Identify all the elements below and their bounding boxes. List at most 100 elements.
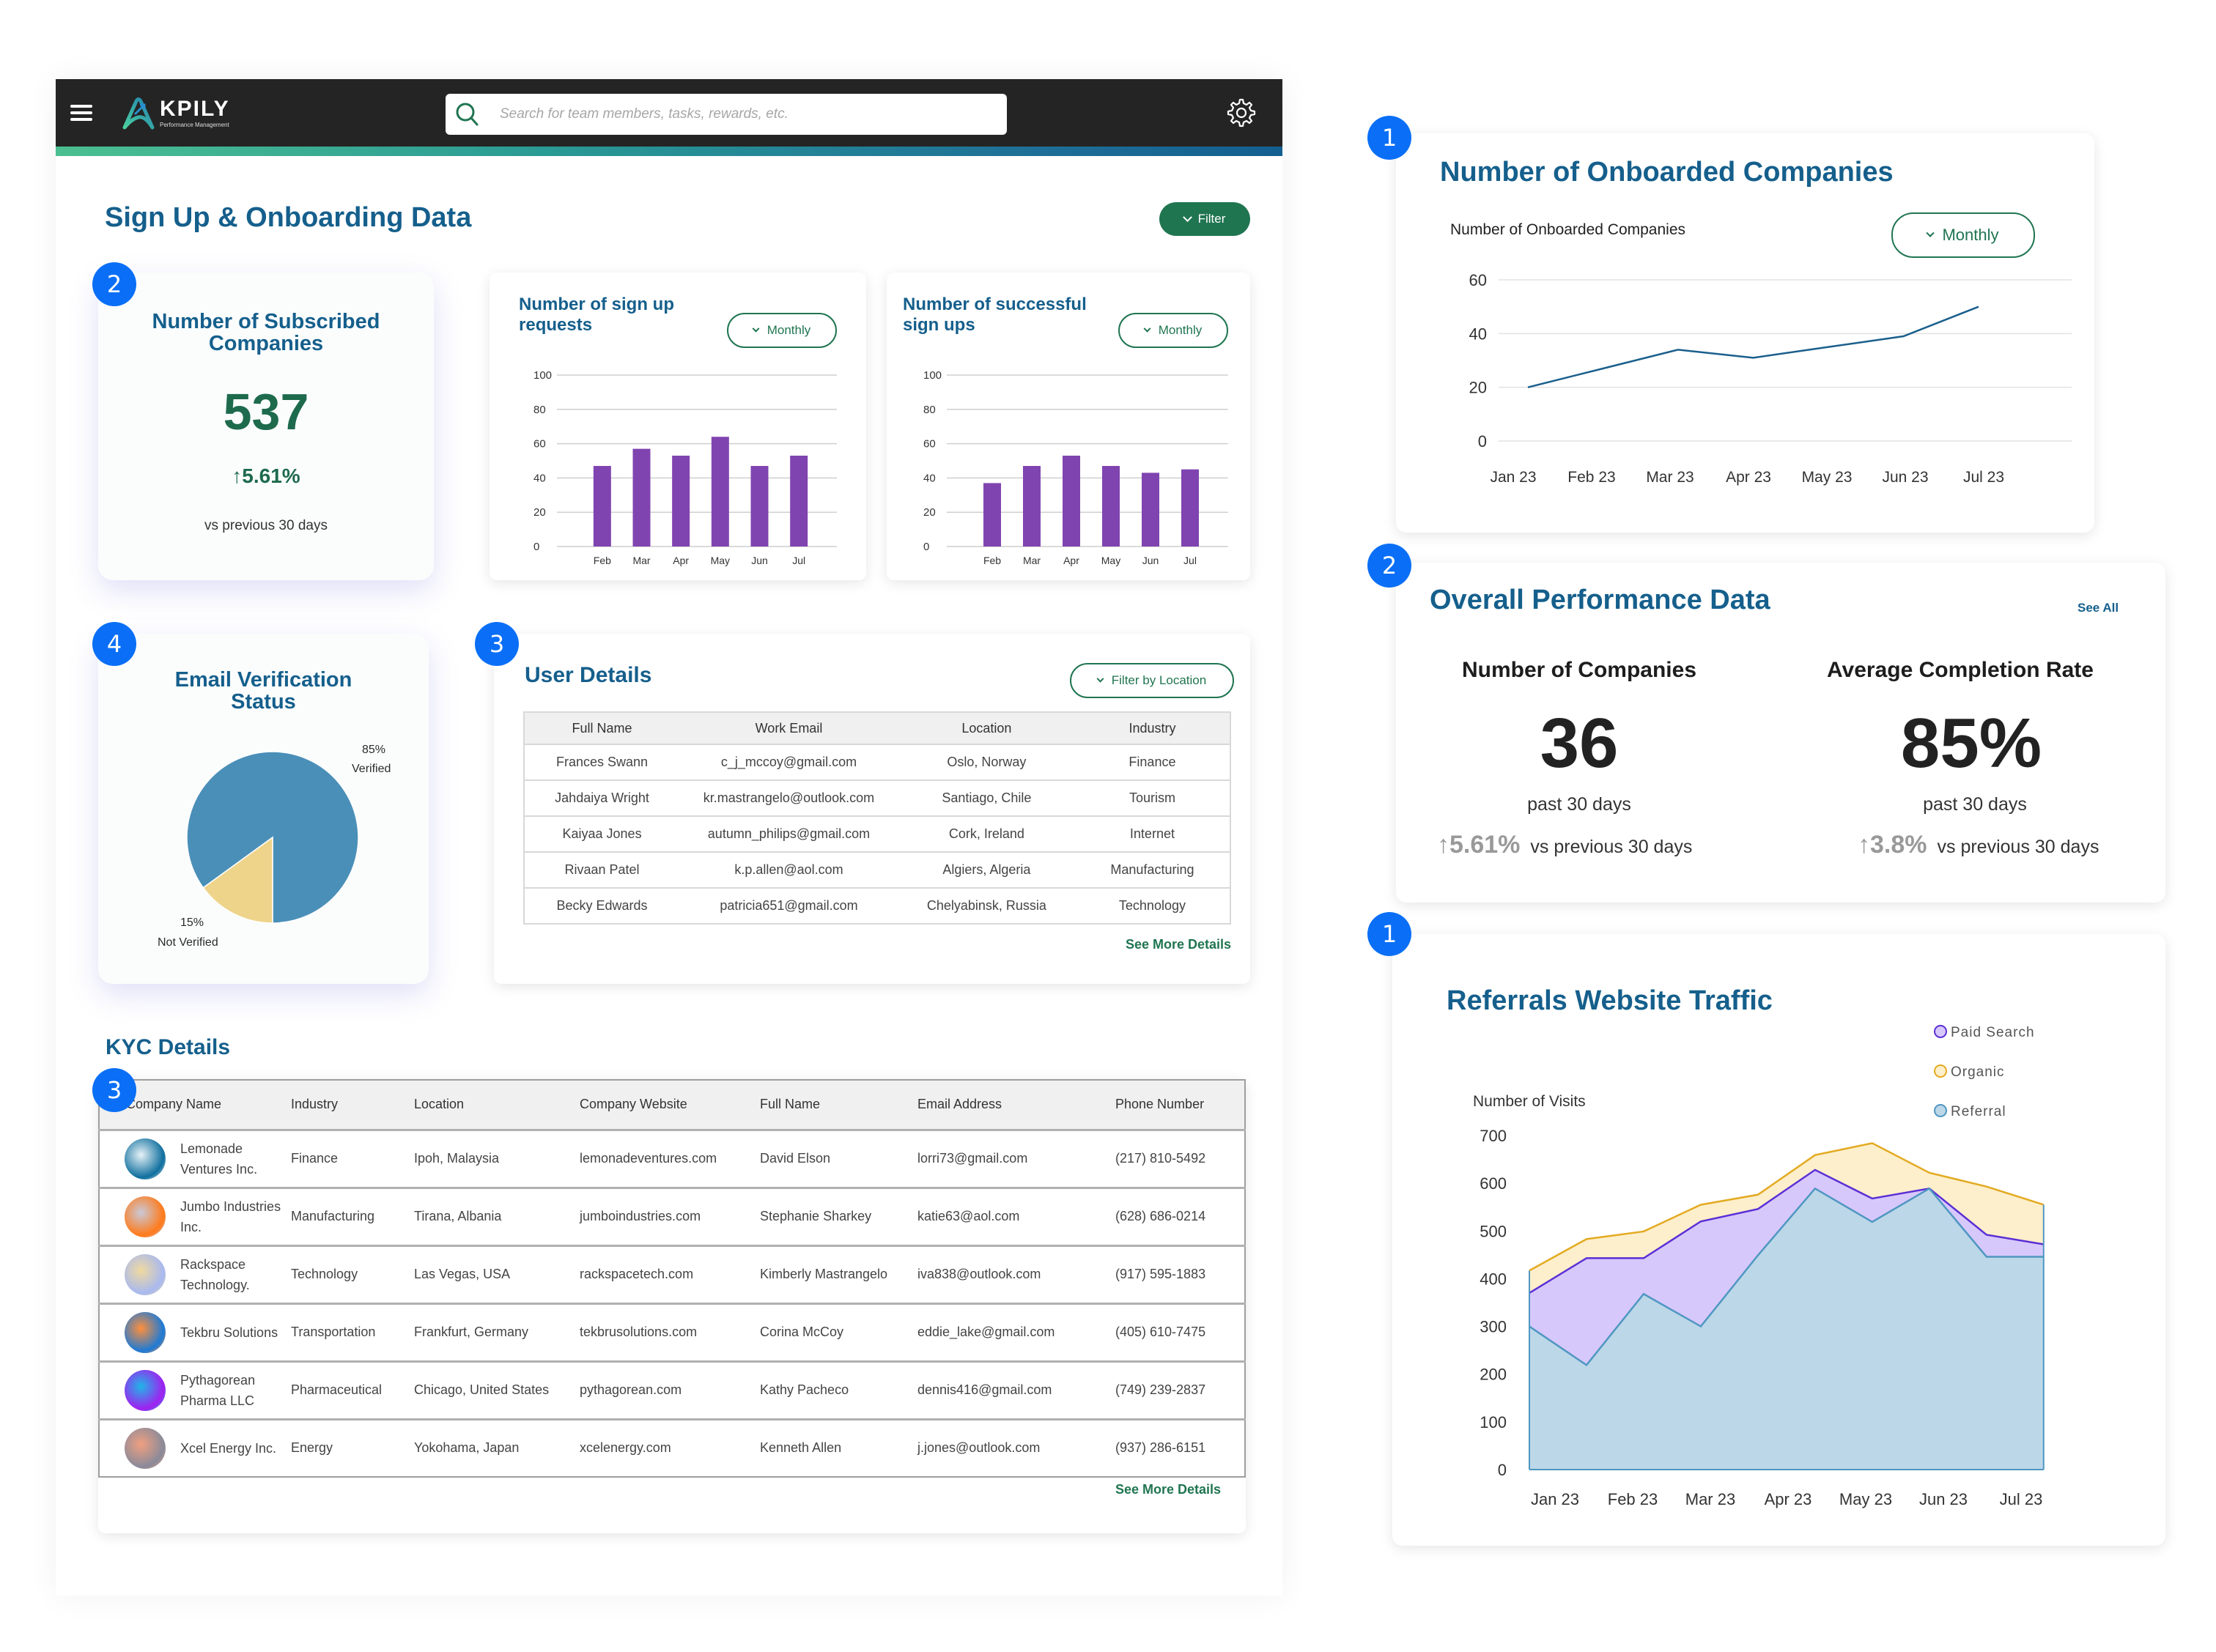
kyc-card: Company Name Industry Location Company W…	[98, 1079, 1246, 1533]
successful-signups-period-dropdown[interactable]: Monthly	[1118, 313, 1228, 348]
x-tick-label: Apr	[673, 555, 689, 566]
signup-requests-period-dropdown[interactable]: Monthly	[727, 313, 837, 348]
x-tick-label: Feb	[594, 555, 611, 566]
legend-marker-paid-search	[1934, 1025, 1947, 1038]
table-cell: Oslo, Norway	[898, 744, 1075, 780]
completion-rate-value: 85%	[1900, 704, 2042, 782]
table-row[interactable]: Frances Swann c_j_mccoy@gmail.com Oslo, No…	[524, 744, 1230, 780]
kpily-logo[interactable]: KPILY Performance Management	[120, 95, 252, 132]
signup-requests-title: Number of sign up requests	[519, 295, 674, 336]
y-tick-label: 100	[923, 369, 942, 382]
table-row[interactable]: Jumbo Industries Inc. Manufacturing Tirana…	[99, 1186, 1245, 1245]
onboarded-line-chart: 0 20 40 60 Jan 23 Feb 23 Mar 23 Apr 23 May 23 Jun…	[1469, 271, 2072, 486]
table-cell: autumn_philips@gmail.com	[679, 815, 898, 852]
successful-signups-title: Number of successful sign ups	[903, 295, 1087, 336]
search-input[interactable]	[500, 94, 998, 135]
completion-rate-label: Average Completion Rate	[1827, 658, 2094, 682]
hamburger-menu-icon[interactable]	[70, 105, 92, 121]
logo-subtitle: Performance Management	[160, 122, 229, 128]
table-row[interactable]: Kaiyaa Jones autumn_philips@gmail.com Cork…	[524, 815, 1230, 852]
step-badge-1: 1	[1367, 116, 1411, 160]
table-cell: jumboindustries.com	[580, 1186, 760, 1245]
column-header[interactable]: Email Address	[917, 1080, 1115, 1130]
settings-gear-icon[interactable]	[1225, 97, 1257, 129]
table-cell: Finance	[1074, 744, 1230, 780]
column-header[interactable]: Location	[414, 1080, 580, 1130]
completion-rate-delta: ↑3.8% vs previous 30 days	[1858, 831, 2099, 859]
table-row[interactable]: Tekbru Solutions Transportation Frankfurt,…	[99, 1302, 1245, 1361]
top-header: KPILY Performance Management	[56, 79, 1282, 147]
y-tick-label: 80	[923, 404, 936, 416]
table-cell: (405) 610-7475	[1115, 1302, 1245, 1361]
y-tick-label: 600	[1480, 1174, 1507, 1193]
successful-signups-title-line2: sign ups	[903, 315, 975, 335]
signup-requests-bar-chart: 0 20 40 60 80 100 Feb Mar Apr May Jun Jul	[533, 369, 837, 566]
kyc-see-more-link[interactable]: See More Details	[1115, 1482, 1221, 1497]
search-box[interactable]	[446, 94, 1007, 135]
bar	[983, 483, 1001, 547]
table-cell: Kimberly Mastrangelo	[760, 1244, 917, 1303]
column-header[interactable]: Location	[898, 712, 1075, 744]
x-tick-label: May	[711, 555, 730, 566]
y-tick-label: 0	[533, 541, 539, 553]
table-row[interactable]: Becky Edwards patricia651@gmail.com Chelya…	[524, 887, 1230, 924]
period-label: Monthly	[767, 323, 811, 337]
table-cell: xcelenergy.com	[580, 1418, 760, 1477]
table-cell: tekbrusolutions.com	[580, 1302, 760, 1361]
onboarded-period-dropdown[interactable]: Monthly	[1891, 212, 2035, 258]
table-cell: Las Vegas, USA	[414, 1244, 580, 1303]
table-row[interactable]: Jahdaiya Wright kr.mastrangelo@outlook.co…	[524, 779, 1230, 816]
y-tick-label: 40	[923, 472, 936, 484]
y-tick-label: 40	[1469, 325, 1487, 343]
table-row[interactable]: Xcel Energy Inc. Energy Yokohama, Japan xce…	[99, 1418, 1245, 1477]
column-header[interactable]: Full Name	[760, 1080, 917, 1130]
column-header[interactable]: Industry	[1074, 712, 1230, 744]
company-avatar	[125, 1311, 166, 1353]
filter-button[interactable]: Filter	[1159, 202, 1250, 236]
delta-note: vs previous 30 days	[1530, 837, 1693, 857]
table-cell: Technology	[291, 1244, 414, 1303]
bar	[1023, 466, 1041, 547]
y-tick-label: 0	[1478, 432, 1487, 451]
table-cell: Rivaan Patel	[524, 851, 680, 888]
table-cell: lorri73@gmail.com	[917, 1128, 1115, 1188]
company-cell: Pythagorean Pharma LLC	[99, 1360, 291, 1419]
y-tick-label: 60	[1469, 271, 1487, 289]
table-cell: Kathy Pacheco	[760, 1360, 917, 1419]
user-details-see-more-link[interactable]: See More Details	[1126, 937, 1231, 952]
company-avatar	[125, 1253, 166, 1295]
table-cell: (749) 239-2837	[1115, 1360, 1245, 1419]
user-details-card: User Details Filter by Location Full Nam…	[494, 634, 1250, 984]
verified-label: Verified	[352, 763, 391, 775]
y-axis-label: Number of Visits	[1473, 1093, 1586, 1110]
table-cell: Technology	[1074, 887, 1230, 924]
table-cell: Ipoh, Malaysia	[414, 1128, 580, 1188]
table-cell: Transportation	[291, 1302, 414, 1361]
overall-title: Overall Performance Data	[1430, 585, 1770, 615]
table-cell: David Elson	[760, 1128, 917, 1188]
table-cell: k.p.allen@aol.com	[679, 851, 898, 888]
delta-note: vs previous 30 days	[1937, 837, 2099, 857]
overall-see-all-link[interactable]: See All	[2078, 601, 2119, 615]
column-header[interactable]: Phone Number	[1115, 1080, 1245, 1130]
filter-by-location-label: Filter by Location	[1111, 673, 1207, 687]
signup-requests-title-line1: Number of sign up	[519, 295, 674, 314]
column-header[interactable]: Work Email	[679, 712, 898, 744]
column-header[interactable]: Full Name	[524, 712, 680, 744]
onboarded-title: Number of Onboarded Companies	[1440, 157, 1894, 188]
column-header[interactable]: Industry	[291, 1080, 414, 1130]
table-row[interactable]: Lemonade Ventures Inc. Finance Ipoh, Malay…	[99, 1128, 1245, 1188]
company-cell: Xcel Energy Inc.	[99, 1418, 291, 1477]
table-row[interactable]: Pythagorean Pharma LLC Pharmaceutical Chic…	[99, 1360, 1245, 1419]
table-cell: Tirana, Albania	[414, 1186, 580, 1245]
table-row[interactable]: Rackspace Technology. Technology Las Vegas…	[99, 1244, 1245, 1303]
successful-signups-title-line1: Number of successful	[903, 295, 1087, 314]
bar	[1181, 469, 1199, 547]
table-row[interactable]: Rivaan Patel k.p.allen@aol.com Algiers, Al…	[524, 851, 1230, 888]
subscribed-card-title: Number of Subscribed Companies	[152, 310, 380, 355]
column-header[interactable]: Company Website	[580, 1080, 760, 1130]
header-accent-bar	[56, 147, 1282, 156]
table-cell: Stephanie Sharkey	[760, 1186, 917, 1245]
table-cell: Algiers, Algeria	[898, 851, 1075, 888]
filter-by-location-dropdown[interactable]: Filter by Location	[1070, 663, 1234, 698]
